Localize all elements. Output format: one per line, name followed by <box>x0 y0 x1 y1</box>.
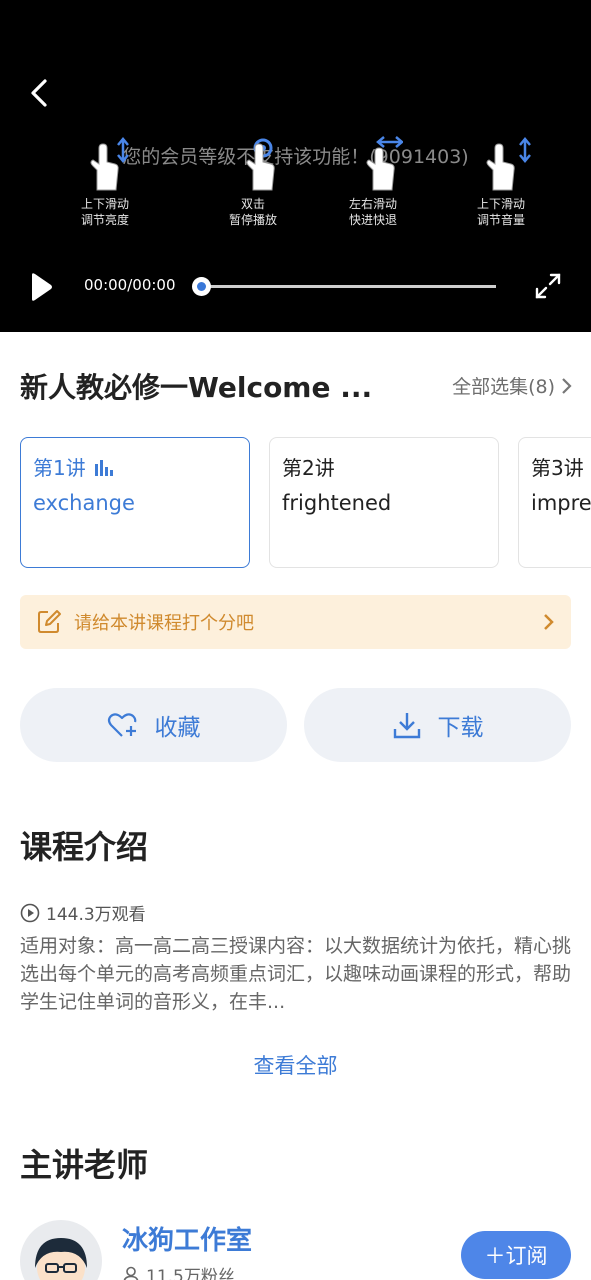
view-all-link[interactable]: 查看全部 <box>0 1050 591 1080</box>
gesture-hint-volume: 上下滑动 调节音量 <box>456 136 546 228</box>
rate-banner-text: 请给本讲课程打个分吧 <box>74 613 254 634</box>
favorite-button[interactable]: 收藏 <box>20 688 287 762</box>
subscribe-button[interactable]: ＋订阅 <box>461 1231 571 1279</box>
swipe-vertical-hand-icon <box>90 137 129 191</box>
view-count-text: 144.3万观看 <box>46 905 146 925</box>
gesture-line2: 调节音量 <box>476 213 525 227</box>
progress-track[interactable] <box>201 285 496 288</box>
episode-list: 第1讲 exchange 第2讲 frightened 第3讲 impresse… <box>20 437 591 569</box>
fan-count: 11.5万粉丝 <box>122 1262 235 1280</box>
all-episodes-label: 全部选集(8) <box>452 376 555 398</box>
play-circle-icon <box>20 903 40 922</box>
episode-number: 第2讲 <box>282 456 335 480</box>
play-icon[interactable] <box>28 272 54 302</box>
episode-word: impressed <box>531 491 591 515</box>
course-title: 新人教必修一Welcome ... <box>20 371 373 404</box>
episode-number: 第3讲 <box>531 456 584 480</box>
gesture-line1: 双击 <box>240 197 265 211</box>
episode-word: exchange <box>33 491 135 515</box>
avatar[interactable] <box>20 1220 102 1280</box>
episode-word: frightened <box>282 491 392 515</box>
download-icon <box>393 713 420 739</box>
playback-time: 00:00/00:00 <box>84 276 176 294</box>
back-icon[interactable] <box>26 76 56 110</box>
gesture-line1: 上下滑动 <box>80 197 129 211</box>
course-intro-title: 课程介绍 <box>20 828 149 866</box>
gesture-line1: 左右滑动 <box>348 197 397 211</box>
playing-bars-icon <box>94 459 113 476</box>
gesture-line2: 快进快退 <box>348 213 397 227</box>
favorite-label: 收藏 <box>154 715 201 741</box>
video-player[interactable]: 您的会员等级不支持该功能！(9091403) 上下滑动 调节亮度 双击 暂停播放… <box>0 0 591 332</box>
chevron-right-icon <box>562 377 572 394</box>
double-tap-hand-icon <box>246 138 275 191</box>
heart-plus-icon <box>107 713 136 737</box>
progress-knob[interactable] <box>192 277 211 296</box>
user-icon <box>123 1266 139 1280</box>
player-controls: 00:00/00:00 <box>0 262 591 312</box>
episode-card-3[interactable]: 第3讲 impressed <box>518 437 591 568</box>
lecturer-name[interactable]: 冰狗工作室 <box>122 1220 252 1257</box>
avatar-illustration <box>35 1238 87 1280</box>
gesture-line2: 调节亮度 <box>80 213 129 227</box>
download-label: 下载 <box>437 715 484 741</box>
view-count: 144.3万观看 <box>20 900 146 925</box>
chevron-right-icon <box>544 614 554 630</box>
fan-count-text: 11.5万粉丝 <box>146 1267 235 1280</box>
gesture-hint-brightness: 上下滑动 调节亮度 <box>60 136 150 228</box>
episode-card-1[interactable]: 第1讲 exchange <box>20 437 250 568</box>
rate-course-banner[interactable]: 请给本讲课程打个分吧 <box>20 595 571 649</box>
download-button[interactable]: 下载 <box>304 688 571 762</box>
swipe-horizontal-hand-icon <box>366 136 403 191</box>
episode-card-2[interactable]: 第2讲 frightened <box>269 437 499 568</box>
edit-icon <box>38 610 61 633</box>
lecturer-section-title: 主讲老师 <box>20 1146 149 1184</box>
course-description: 适用对象：高一高二高三授课内容：以大数据统计为依托，精心挑选出每个单元的高考高频… <box>20 935 572 1013</box>
swipe-vertical-hand-icon <box>486 137 531 191</box>
fullscreen-icon[interactable] <box>534 272 562 300</box>
gesture-line1: 上下滑动 <box>476 197 525 211</box>
gesture-line2: 暂停播放 <box>228 213 277 227</box>
gesture-hint-seek: 左右滑动 快进快退 <box>328 136 418 228</box>
gesture-hint-pause: 双击 暂停播放 <box>208 136 298 228</box>
all-episodes-link[interactable]: 全部选集(8) <box>452 372 573 399</box>
episode-number: 第1讲 <box>33 456 86 480</box>
